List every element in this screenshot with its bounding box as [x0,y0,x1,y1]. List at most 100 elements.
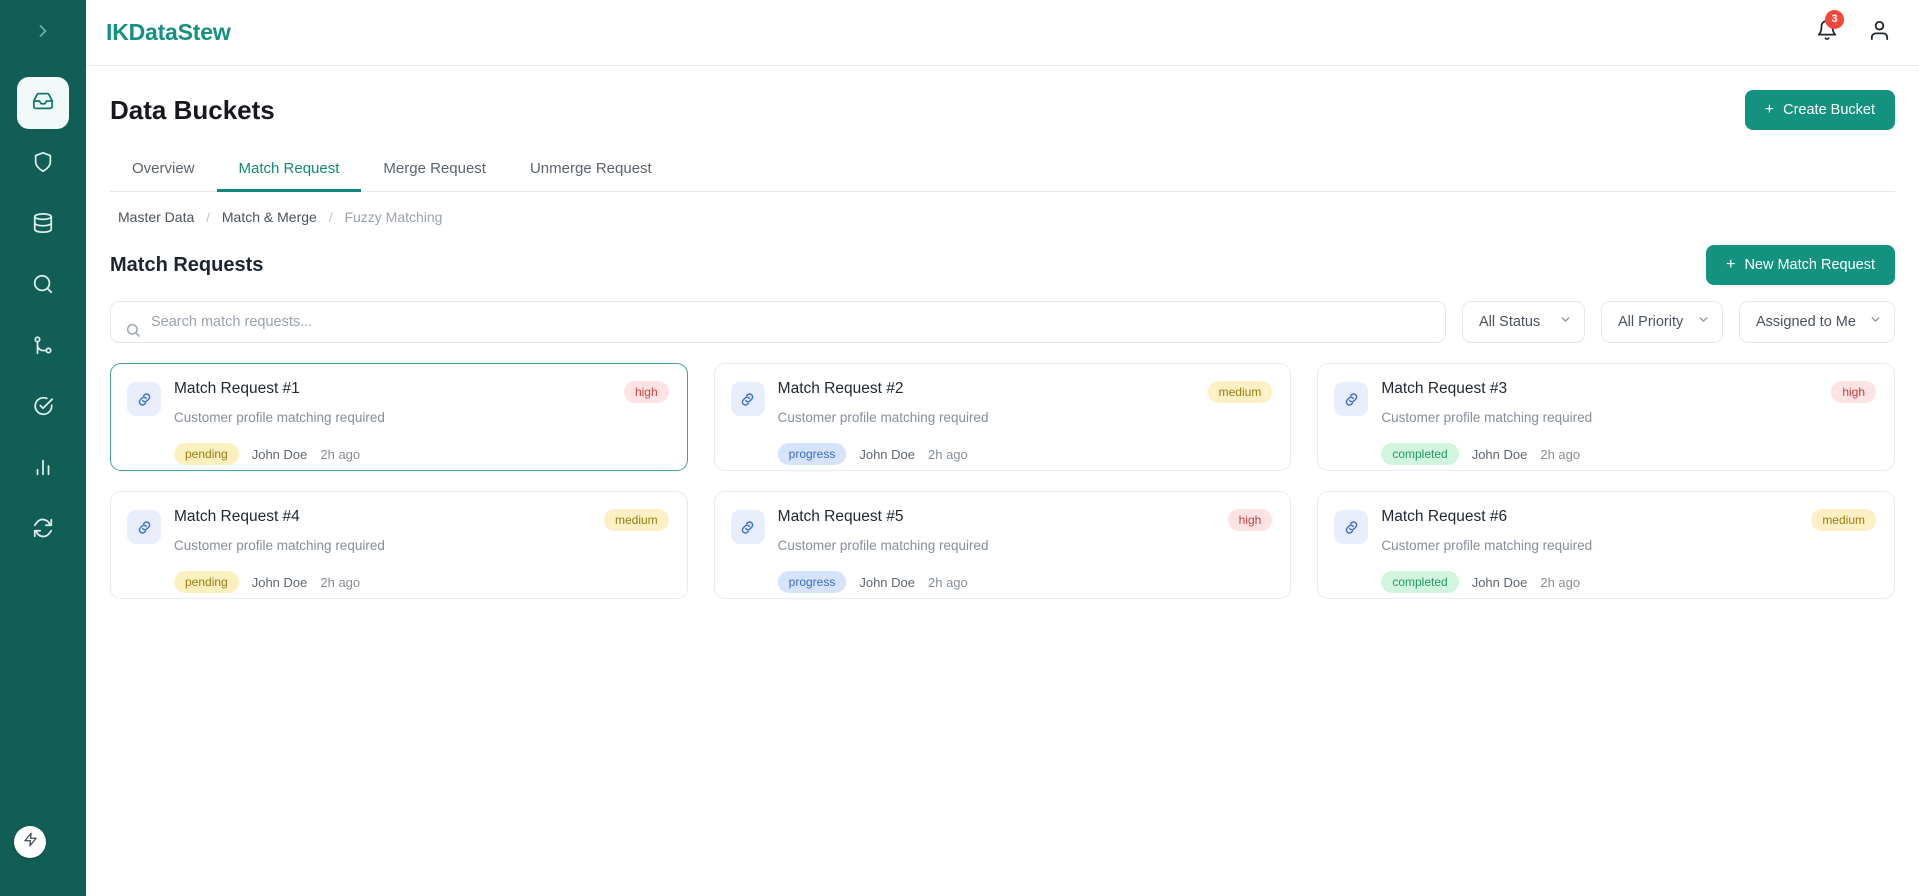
refresh-icon [32,517,54,544]
card-description: Customer profile matching required [174,538,385,554]
sidebar [0,0,86,896]
sidebar-item-sync[interactable] [17,504,69,556]
page-content: Data Buckets + Create Bucket Overview Ma… [86,66,1919,896]
card-body: Match Request #6 medium Customer profile… [1381,508,1876,594]
priority-filter[interactable]: All Priorityhighmediumlow [1601,301,1723,343]
search-input[interactable] [111,302,1445,342]
new-match-request-button[interactable]: + New Match Request [1706,245,1895,285]
card-top-row: Match Request #3 high [1381,380,1876,404]
breadcrumb-separator: / [206,209,210,225]
link-icon [1334,510,1369,544]
card-timestamp: 2h ago [320,574,361,590]
priority-badge: high [1227,509,1273,532]
tab-label: Merge Request [383,160,486,177]
sidebar-toggle-button[interactable] [0,0,86,66]
match-request-card[interactable]: Match Request #5 high Customer profile m… [713,491,1292,599]
link-icon [127,510,161,544]
notifications-button[interactable]: 3 [1816,10,1844,46]
card-assignee: John Doe [1471,574,1528,590]
card-title: Match Request #1 [174,380,300,397]
card-timestamp: 2h ago [320,446,361,462]
breadcrumb-item-0[interactable]: Master Data [118,209,194,225]
status-filter[interactable]: All Statuspendingprogresscompleted [1462,301,1585,343]
priority-badge: medium [603,509,669,532]
card-assignee: John Doe [1471,446,1528,462]
status-badge: pending [174,571,239,594]
chevron-right-icon [33,21,53,46]
card-description: Customer profile matching required [174,410,385,426]
status-badge: progress [777,443,847,466]
main-area: IKDataStew 3 Data Buckets + Create Bucke… [86,0,1919,896]
notification-count-badge: 3 [1825,10,1844,29]
status-filter-select[interactable]: All Statuspendingprogresscompleted [1462,301,1585,343]
tab-merge-request[interactable]: Merge Request [361,150,508,191]
priority-badge: high [1831,381,1876,404]
user-icon [1868,19,1891,47]
sidebar-item-inbox[interactable] [17,77,69,129]
card-meta-row: progress John Doe 2h ago [777,571,1273,594]
priority-badge: medium [1207,381,1273,404]
assignee-filter-select[interactable]: Assigned to MeAll RequestsUnassigned [1739,301,1895,343]
section-header: Match Requests + New Match Request [110,239,1895,301]
card-body: Match Request #3 high Customer profile m… [1381,380,1876,466]
tab-match-request[interactable]: Match Request [216,150,362,192]
card-description: Customer profile matching required [1381,410,1593,426]
git-merge-icon [32,334,54,361]
breadcrumb-separator: / [328,209,333,225]
plus-icon: + [1764,101,1775,118]
create-bucket-button[interactable]: + Create Bucket [1744,90,1895,130]
sidebar-item-match-merge[interactable] [17,321,69,373]
sidebar-item-search[interactable] [17,260,69,312]
card-timestamp: 2h ago [1540,574,1581,590]
database-icon [32,212,54,239]
card-description: Customer profile matching required [777,538,989,554]
priority-filter-select[interactable]: All Priorityhighmediumlow [1601,301,1723,343]
card-title: Match Request #6 [1381,508,1508,525]
card-assignee: John Doe [859,574,915,590]
match-request-card[interactable]: Match Request #1 high Customer profile m… [110,363,688,471]
tab-unmerge-request[interactable]: Unmerge Request [508,150,674,191]
card-top-row: Match Request #2 medium [778,380,1273,404]
sidebar-item-shield[interactable] [17,138,69,190]
card-assignee: John Doe [859,446,915,462]
card-assignee: John Doe [251,574,308,590]
priority-badge: medium [1811,509,1876,532]
card-timestamp: 2h ago [928,446,968,462]
top-bar: IKDataStew 3 [86,0,1919,66]
card-body: Match Request #4 medium Customer profile… [174,508,669,594]
card-body: Match Request #1 high Customer profile m… [174,380,669,466]
tab-label: Unmerge Request [529,160,652,177]
user-account-button[interactable] [1868,19,1891,47]
match-request-card[interactable]: Match Request #2 medium Customer profile… [713,363,1292,471]
card-meta-row: completed John Doe 2h ago [1381,571,1876,594]
assignee-filter[interactable]: Assigned to MeAll RequestsUnassigned [1739,301,1895,343]
link-icon [1334,382,1369,416]
card-assignee: John Doe [251,446,308,462]
search-box[interactable] [110,301,1446,343]
create-bucket-label: Create Bucket [1783,102,1875,118]
tab-label: Overview [132,160,195,177]
match-request-card[interactable]: Match Request #6 medium Customer profile… [1317,491,1895,599]
card-top-row: Match Request #6 medium [1381,508,1876,532]
sidebar-item-approvals[interactable] [17,382,69,434]
section-title: Match Requests [110,253,264,276]
priority-badge: high [623,381,669,404]
filter-bar: All Statuspendingprogresscompleted All P… [110,301,1895,363]
status-badge: completed [1381,443,1459,466]
lightning-bolt-icon [23,832,38,852]
breadcrumb-item-1[interactable]: Match & Merge [222,209,317,225]
match-request-card[interactable]: Match Request #4 medium Customer profile… [110,491,688,599]
sidebar-item-database[interactable] [17,199,69,251]
tab-overview[interactable]: Overview [110,150,217,191]
quick-action-button[interactable] [14,826,46,858]
card-timestamp: 2h ago [1540,446,1581,462]
plus-icon: + [1726,256,1736,273]
sidebar-nav [17,77,69,556]
new-match-request-label: New Match Request [1744,257,1875,273]
search-icon [32,273,54,300]
card-body: Match Request #2 medium Customer profile… [777,380,1273,466]
card-timestamp: 2h ago [928,574,968,590]
match-request-card[interactable]: Match Request #3 high Customer profile m… [1317,363,1895,471]
sidebar-item-analytics[interactable] [17,443,69,495]
app-logo[interactable]: IKDataStew [106,19,231,46]
